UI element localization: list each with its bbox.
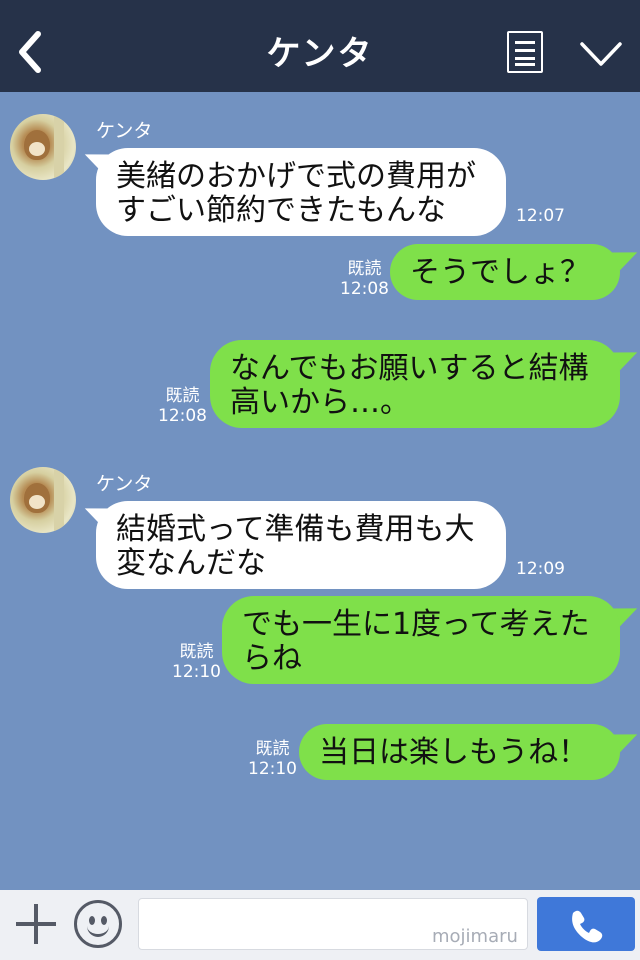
sender-name: ケンタ [96, 473, 153, 495]
message-bubble-outgoing[interactable]: なんでもお願いすると結構 高いから…。 [210, 340, 620, 428]
collapse-button[interactable] [578, 36, 624, 70]
sender-name: ケンタ [96, 120, 153, 142]
message-time: 12:08 [340, 279, 389, 299]
message-line: 当日は楽しもうね！ [319, 735, 589, 770]
message-time: 12:10 [248, 759, 297, 779]
message-bubble-incoming[interactable]: 結婚式って準備も費用も大 変なんだな [96, 501, 506, 589]
message-line: 高いから…。 [230, 385, 410, 420]
phone-icon [572, 910, 603, 943]
avatar[interactable] [10, 114, 76, 180]
menu-button[interactable] [507, 31, 543, 73]
chat-title: ケンタ [266, 34, 374, 74]
avatar[interactable] [10, 467, 76, 533]
message-line: すごい節約できたもんな [116, 193, 446, 228]
message-line: 美緒のおかげで式の費用が [116, 159, 476, 194]
message-line: らね [242, 641, 302, 676]
chevron-down-icon [580, 42, 622, 66]
message-bubble-outgoing[interactable]: そうでしょ？ [390, 244, 620, 300]
chat-header: ケンタ [0, 0, 640, 92]
message-bubble-outgoing[interactable]: 当日は楽しもうね！ [299, 724, 620, 780]
call-button[interactable] [537, 897, 635, 951]
message-time: 12:07 [516, 206, 565, 226]
watermark: mojimaru [432, 926, 518, 947]
list-icon [515, 41, 535, 44]
message-line: なんでもお願いすると結構 [230, 351, 589, 386]
message-time: 12:09 [516, 559, 565, 579]
read-receipt: 既読 12:08 [340, 259, 389, 299]
message-bubble-incoming[interactable]: 美緒のおかげで式の費用が すごい節約できたもんな [96, 148, 506, 236]
message-line: そうでしょ？ [410, 255, 590, 290]
message-bubble-outgoing[interactable]: でも一生に1度って考えた らね [222, 596, 620, 684]
read-receipt: 既読 12:10 [248, 739, 297, 779]
message-time: 12:08 [158, 406, 207, 426]
message-line: 結婚式って準備も費用も大 [116, 512, 475, 547]
message-time: 12:10 [172, 662, 221, 682]
read-receipt: 既読 12:08 [158, 386, 207, 426]
emoji-button[interactable] [74, 900, 122, 948]
message-line: でも一生に1度って考えた [242, 607, 590, 642]
add-attachment-button[interactable] [14, 902, 58, 946]
read-receipt: 既読 12:10 [172, 642, 221, 682]
message-line: 変なんだな [116, 546, 266, 581]
